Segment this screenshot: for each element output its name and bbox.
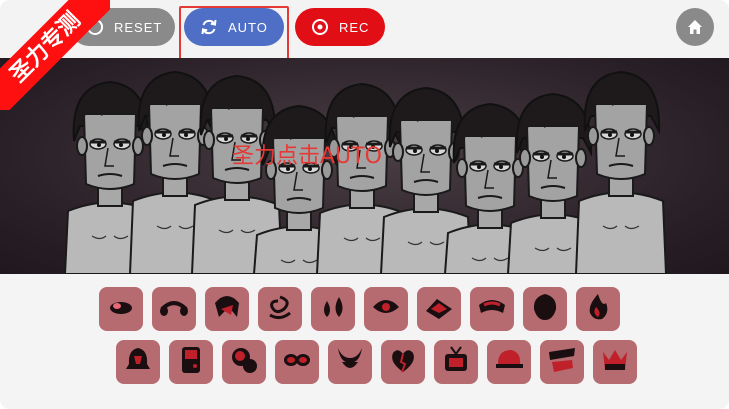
rec-label: REC (339, 19, 370, 35)
palette-slot-lips[interactable] (99, 287, 143, 331)
eye-icon (370, 291, 402, 328)
palette-slot-mask[interactable] (523, 287, 567, 331)
tv-icon (440, 344, 472, 381)
palette-slot-swirl[interactable] (258, 287, 302, 331)
record-icon (309, 16, 331, 38)
rec-button[interactable]: REC (295, 8, 385, 46)
gameboy-icon (175, 344, 207, 381)
palette-slot-flame[interactable] (576, 287, 620, 331)
palette-slot-balls[interactable] (222, 340, 266, 384)
palette-slot-goggles[interactable] (275, 340, 319, 384)
hat-icon (423, 291, 455, 328)
palette-slot-crown[interactable] (593, 340, 637, 384)
drops-icon (317, 291, 349, 328)
palette-slot-hat[interactable] (417, 287, 461, 331)
crown-icon (599, 344, 631, 381)
sound-palette (0, 274, 729, 409)
balls-icon (228, 344, 260, 381)
watermark-text: 圣力专测 (0, 0, 110, 110)
palette-slot-cap[interactable] (487, 340, 531, 384)
scarf-icon (546, 344, 578, 381)
palette-slot-bell[interactable] (116, 340, 160, 384)
character[interactable] (574, 70, 668, 274)
cap-icon (493, 344, 525, 381)
palette-slot-gameboy[interactable] (169, 340, 213, 384)
palette-slot-hair[interactable] (205, 287, 249, 331)
palette-slot-eye[interactable] (364, 287, 408, 331)
swirl-icon (264, 291, 296, 328)
hair-icon (211, 291, 243, 328)
stage-hint: 圣力点击AUTO (232, 144, 382, 169)
lips-icon (105, 291, 137, 328)
game-window: 圣力专测 RESET AUTO REC 圣力点击AUTO (0, 0, 729, 409)
palette-slot-tv[interactable] (434, 340, 478, 384)
palette-slot-visor[interactable] (470, 287, 514, 331)
bell-icon (122, 344, 154, 381)
headphones-icon (158, 291, 190, 328)
palette-slot-headphones[interactable] (152, 287, 196, 331)
home-icon (688, 20, 702, 34)
reset-label: RESET (114, 19, 163, 35)
palette-slot-drops[interactable] (311, 287, 355, 331)
mask-icon (529, 291, 561, 328)
flame-icon (582, 291, 614, 328)
palette-slot-horns[interactable] (328, 340, 372, 384)
watermark-ribbon: 圣力专测 (0, 0, 110, 110)
horns-icon (334, 344, 366, 381)
heart-icon (387, 344, 419, 381)
goggles-icon (281, 344, 313, 381)
palette-slot-heart[interactable] (381, 340, 425, 384)
visor-icon (476, 291, 508, 328)
home-button[interactable] (676, 8, 714, 46)
palette-slot-scarf[interactable] (540, 340, 584, 384)
